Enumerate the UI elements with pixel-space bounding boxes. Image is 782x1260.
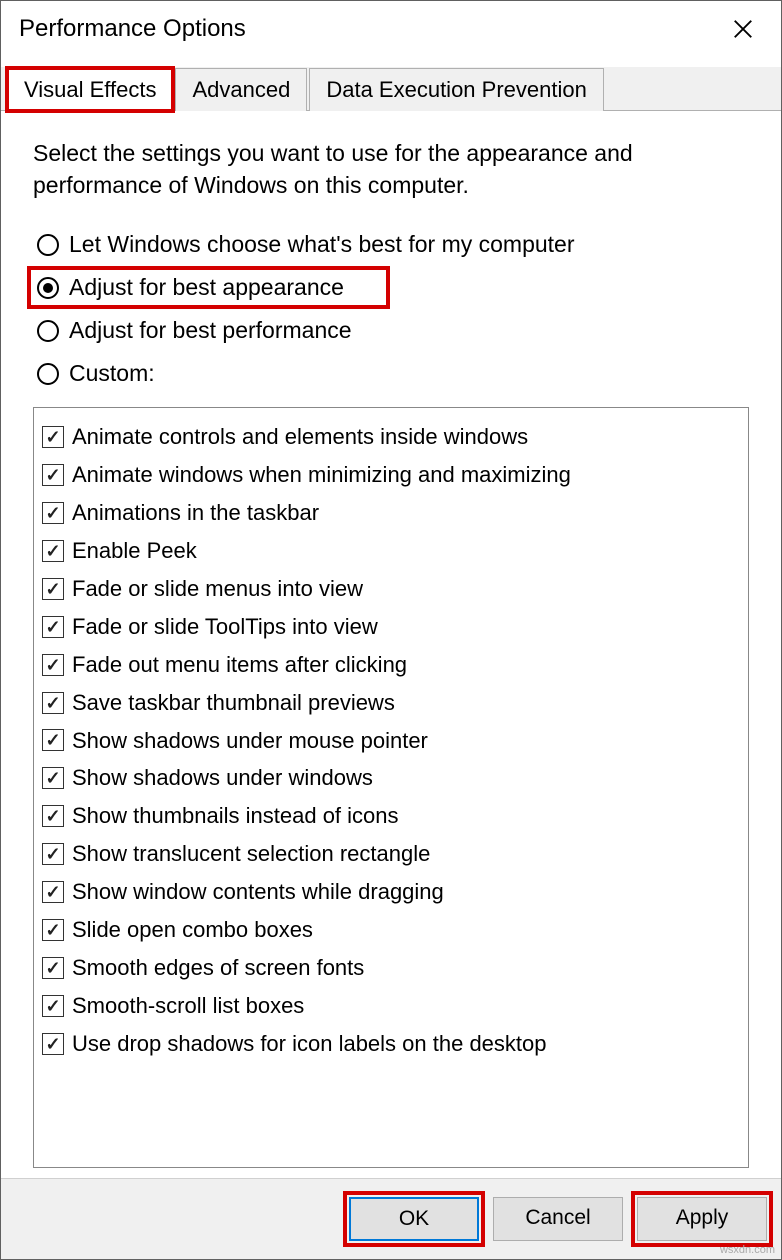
checkbox-label: Animate windows when minimizing and maxi… bbox=[72, 459, 571, 491]
checkbox-label: Save taskbar thumbnail previews bbox=[72, 687, 395, 719]
checkbox-icon bbox=[42, 995, 64, 1017]
close-icon bbox=[732, 18, 754, 40]
checkbox-icon bbox=[42, 616, 64, 638]
effect-checkbox-row[interactable]: Slide open combo boxes bbox=[42, 911, 740, 949]
checkbox-icon bbox=[42, 692, 64, 714]
effect-checkbox-row[interactable]: Fade out menu items after clicking bbox=[42, 646, 740, 684]
radio-label: Custom: bbox=[69, 360, 155, 387]
checkbox-label: Fade or slide ToolTips into view bbox=[72, 611, 378, 643]
tab-strip: Visual EffectsAdvancedData Execution Pre… bbox=[1, 67, 781, 111]
checkbox-icon bbox=[42, 426, 64, 448]
effect-checkbox-row[interactable]: Fade or slide menus into view bbox=[42, 570, 740, 608]
effect-checkbox-row[interactable]: Smooth edges of screen fonts bbox=[42, 949, 740, 987]
checkbox-icon bbox=[42, 957, 64, 979]
checkbox-icon bbox=[42, 919, 64, 941]
checkbox-label: Enable Peek bbox=[72, 535, 197, 567]
tab-visual-effects[interactable]: Visual Effects bbox=[7, 68, 173, 111]
effect-checkbox-row[interactable]: Smooth-scroll list boxes bbox=[42, 987, 740, 1025]
checkbox-icon bbox=[42, 767, 64, 789]
checkbox-icon bbox=[42, 1033, 64, 1055]
apply-button[interactable]: Apply bbox=[637, 1197, 767, 1241]
checkbox-label: Use drop shadows for icon labels on the … bbox=[72, 1028, 547, 1060]
panel-description: Select the settings you want to use for … bbox=[33, 137, 749, 201]
checkbox-label: Show thumbnails instead of icons bbox=[72, 800, 399, 832]
effect-checkbox-row[interactable]: Animate controls and elements inside win… bbox=[42, 418, 740, 456]
checkbox-label: Smooth edges of screen fonts bbox=[72, 952, 364, 984]
radio-label: Let Windows choose what's best for my co… bbox=[69, 231, 575, 258]
checkbox-icon bbox=[42, 881, 64, 903]
radio-icon bbox=[37, 363, 59, 385]
checkbox-icon bbox=[42, 654, 64, 676]
effects-checklist[interactable]: Animate controls and elements inside win… bbox=[33, 407, 749, 1168]
checkbox-label: Animate controls and elements inside win… bbox=[72, 421, 528, 453]
radio-label: Adjust for best appearance bbox=[69, 274, 344, 301]
checkbox-label: Show translucent selection rectangle bbox=[72, 838, 430, 870]
radio-option[interactable]: Let Windows choose what's best for my co… bbox=[33, 229, 749, 260]
checkbox-icon bbox=[42, 843, 64, 865]
tab-advanced[interactable]: Advanced bbox=[175, 68, 307, 111]
close-button[interactable] bbox=[723, 9, 763, 49]
adjust-mode-radios: Let Windows choose what's best for my co… bbox=[33, 229, 749, 389]
checkbox-icon bbox=[42, 502, 64, 524]
radio-option[interactable]: Adjust for best performance bbox=[33, 315, 749, 346]
checkbox-icon bbox=[42, 464, 64, 486]
effect-checkbox-row[interactable]: Show shadows under windows bbox=[42, 759, 740, 797]
radio-label: Adjust for best performance bbox=[69, 317, 352, 344]
titlebar: Performance Options bbox=[1, 1, 781, 57]
checkbox-label: Animations in the taskbar bbox=[72, 497, 319, 529]
window-title: Performance Options bbox=[19, 15, 246, 43]
visual-effects-panel: Select the settings you want to use for … bbox=[1, 111, 781, 1178]
effect-checkbox-row[interactable]: Use drop shadows for icon labels on the … bbox=[42, 1025, 740, 1063]
ok-button[interactable]: OK bbox=[349, 1197, 479, 1241]
radio-icon bbox=[37, 320, 59, 342]
checkbox-icon bbox=[42, 578, 64, 600]
performance-options-window: Performance Options Visual EffectsAdvanc… bbox=[0, 0, 782, 1260]
checkbox-label: Fade out menu items after clicking bbox=[72, 649, 407, 681]
checkbox-label: Show window contents while dragging bbox=[72, 876, 444, 908]
effect-checkbox-row[interactable]: Show translucent selection rectangle bbox=[42, 835, 740, 873]
watermark: wsxdn.com bbox=[720, 1244, 775, 1256]
effect-checkbox-row[interactable]: Animate windows when minimizing and maxi… bbox=[42, 456, 740, 494]
radio-option[interactable]: Adjust for best appearance bbox=[33, 272, 384, 303]
checkbox-icon bbox=[42, 729, 64, 751]
radio-icon bbox=[37, 234, 59, 256]
checkbox-label: Show shadows under mouse pointer bbox=[72, 725, 428, 757]
radio-option[interactable]: Custom: bbox=[33, 358, 749, 389]
checkbox-label: Show shadows under windows bbox=[72, 762, 373, 794]
checkbox-label: Fade or slide menus into view bbox=[72, 573, 363, 605]
checkbox-icon bbox=[42, 805, 64, 827]
effect-checkbox-row[interactable]: Save taskbar thumbnail previews bbox=[42, 684, 740, 722]
checkbox-icon bbox=[42, 540, 64, 562]
effect-checkbox-row[interactable]: Animations in the taskbar bbox=[42, 494, 740, 532]
tab-data-execution-prevention[interactable]: Data Execution Prevention bbox=[309, 68, 604, 111]
checkbox-label: Smooth-scroll list boxes bbox=[72, 990, 304, 1022]
effect-checkbox-row[interactable]: Show shadows under mouse pointer bbox=[42, 722, 740, 760]
cancel-button[interactable]: Cancel bbox=[493, 1197, 623, 1241]
effect-checkbox-row[interactable]: Fade or slide ToolTips into view bbox=[42, 608, 740, 646]
dialog-buttons: OK Cancel Apply bbox=[1, 1178, 781, 1259]
effect-checkbox-row[interactable]: Show window contents while dragging bbox=[42, 873, 740, 911]
radio-icon bbox=[37, 277, 59, 299]
effect-checkbox-row[interactable]: Enable Peek bbox=[42, 532, 740, 570]
effect-checkbox-row[interactable]: Show thumbnails instead of icons bbox=[42, 797, 740, 835]
checkbox-label: Slide open combo boxes bbox=[72, 914, 313, 946]
